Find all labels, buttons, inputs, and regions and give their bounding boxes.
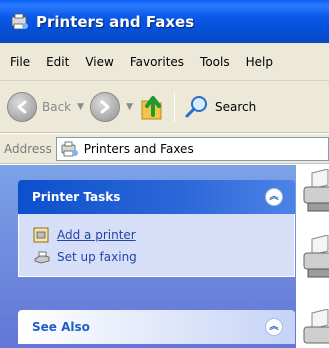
address-field[interactable]: Printers and Faxes xyxy=(55,136,329,161)
fax-icon xyxy=(34,251,50,264)
up-button[interactable] xyxy=(136,89,168,125)
printer-tasks-title: Printer Tasks xyxy=(32,190,121,204)
address-bar: Address Printers and Faxes xyxy=(0,134,329,164)
menu-help[interactable]: Help xyxy=(238,55,281,69)
printer-icon[interactable] xyxy=(302,169,329,217)
back-button[interactable]: Back ▼ xyxy=(4,89,87,125)
printers-folder-icon xyxy=(11,13,28,29)
back-label: Back xyxy=(42,99,72,114)
address-label: Address xyxy=(4,141,52,156)
toolbar: Back ▼ ▼ Search xyxy=(0,81,329,133)
forward-arrow-icon xyxy=(90,91,121,122)
see-also-title: See Also xyxy=(32,320,90,334)
forward-dropdown-icon[interactable]: ▼ xyxy=(126,102,133,112)
add-printer-icon xyxy=(33,227,49,243)
see-also-panel: See Also ︽ xyxy=(18,310,295,344)
setup-faxing-link[interactable]: Set up faxing xyxy=(57,250,137,264)
printer-tasks-body: Add a printer Set up faxing xyxy=(18,214,295,277)
toolbar-separator xyxy=(173,91,175,122)
printer-icon[interactable] xyxy=(302,309,329,348)
collapse-icon[interactable]: ︽ xyxy=(265,188,283,206)
search-button[interactable]: Search xyxy=(181,89,259,125)
printers-folder-icon xyxy=(61,141,78,156)
menu-view[interactable]: View xyxy=(77,55,121,69)
collapse-icon[interactable]: ︽ xyxy=(265,318,283,336)
menu-favorites[interactable]: Favorites xyxy=(122,55,192,69)
menu-tools[interactable]: Tools xyxy=(192,55,238,69)
printer-tasks-header[interactable]: Printer Tasks ︽ xyxy=(18,180,295,214)
task-setup-faxing[interactable]: Set up faxing xyxy=(33,246,294,268)
menu-file[interactable]: File xyxy=(0,55,38,69)
see-also-header[interactable]: See Also ︽ xyxy=(18,310,295,344)
back-arrow-icon xyxy=(7,91,37,122)
forward-button[interactable]: ▼ xyxy=(87,89,136,125)
address-value: Printers and Faxes xyxy=(83,141,194,156)
title-bar[interactable]: Printers and Faxes xyxy=(0,0,329,43)
printer-icon[interactable] xyxy=(302,235,329,283)
back-dropdown-icon[interactable]: ▼ xyxy=(77,102,84,112)
add-printer-link[interactable]: Add a printer xyxy=(57,228,136,242)
task-pane: Printer Tasks ︽ Add a printer Set up fax… xyxy=(0,165,296,348)
task-add-printer[interactable]: Add a printer xyxy=(33,224,294,246)
search-icon xyxy=(185,95,207,117)
menu-bar: File Edit View Favorites Tools Help xyxy=(0,43,329,81)
printer-tasks-panel: Printer Tasks ︽ Add a printer Set up fax… xyxy=(18,180,295,277)
menu-edit[interactable]: Edit xyxy=(38,55,77,69)
search-label: Search xyxy=(214,99,257,114)
file-view xyxy=(296,165,329,348)
window-title: Printers and Faxes xyxy=(36,12,195,31)
folder-up-icon xyxy=(141,95,162,119)
